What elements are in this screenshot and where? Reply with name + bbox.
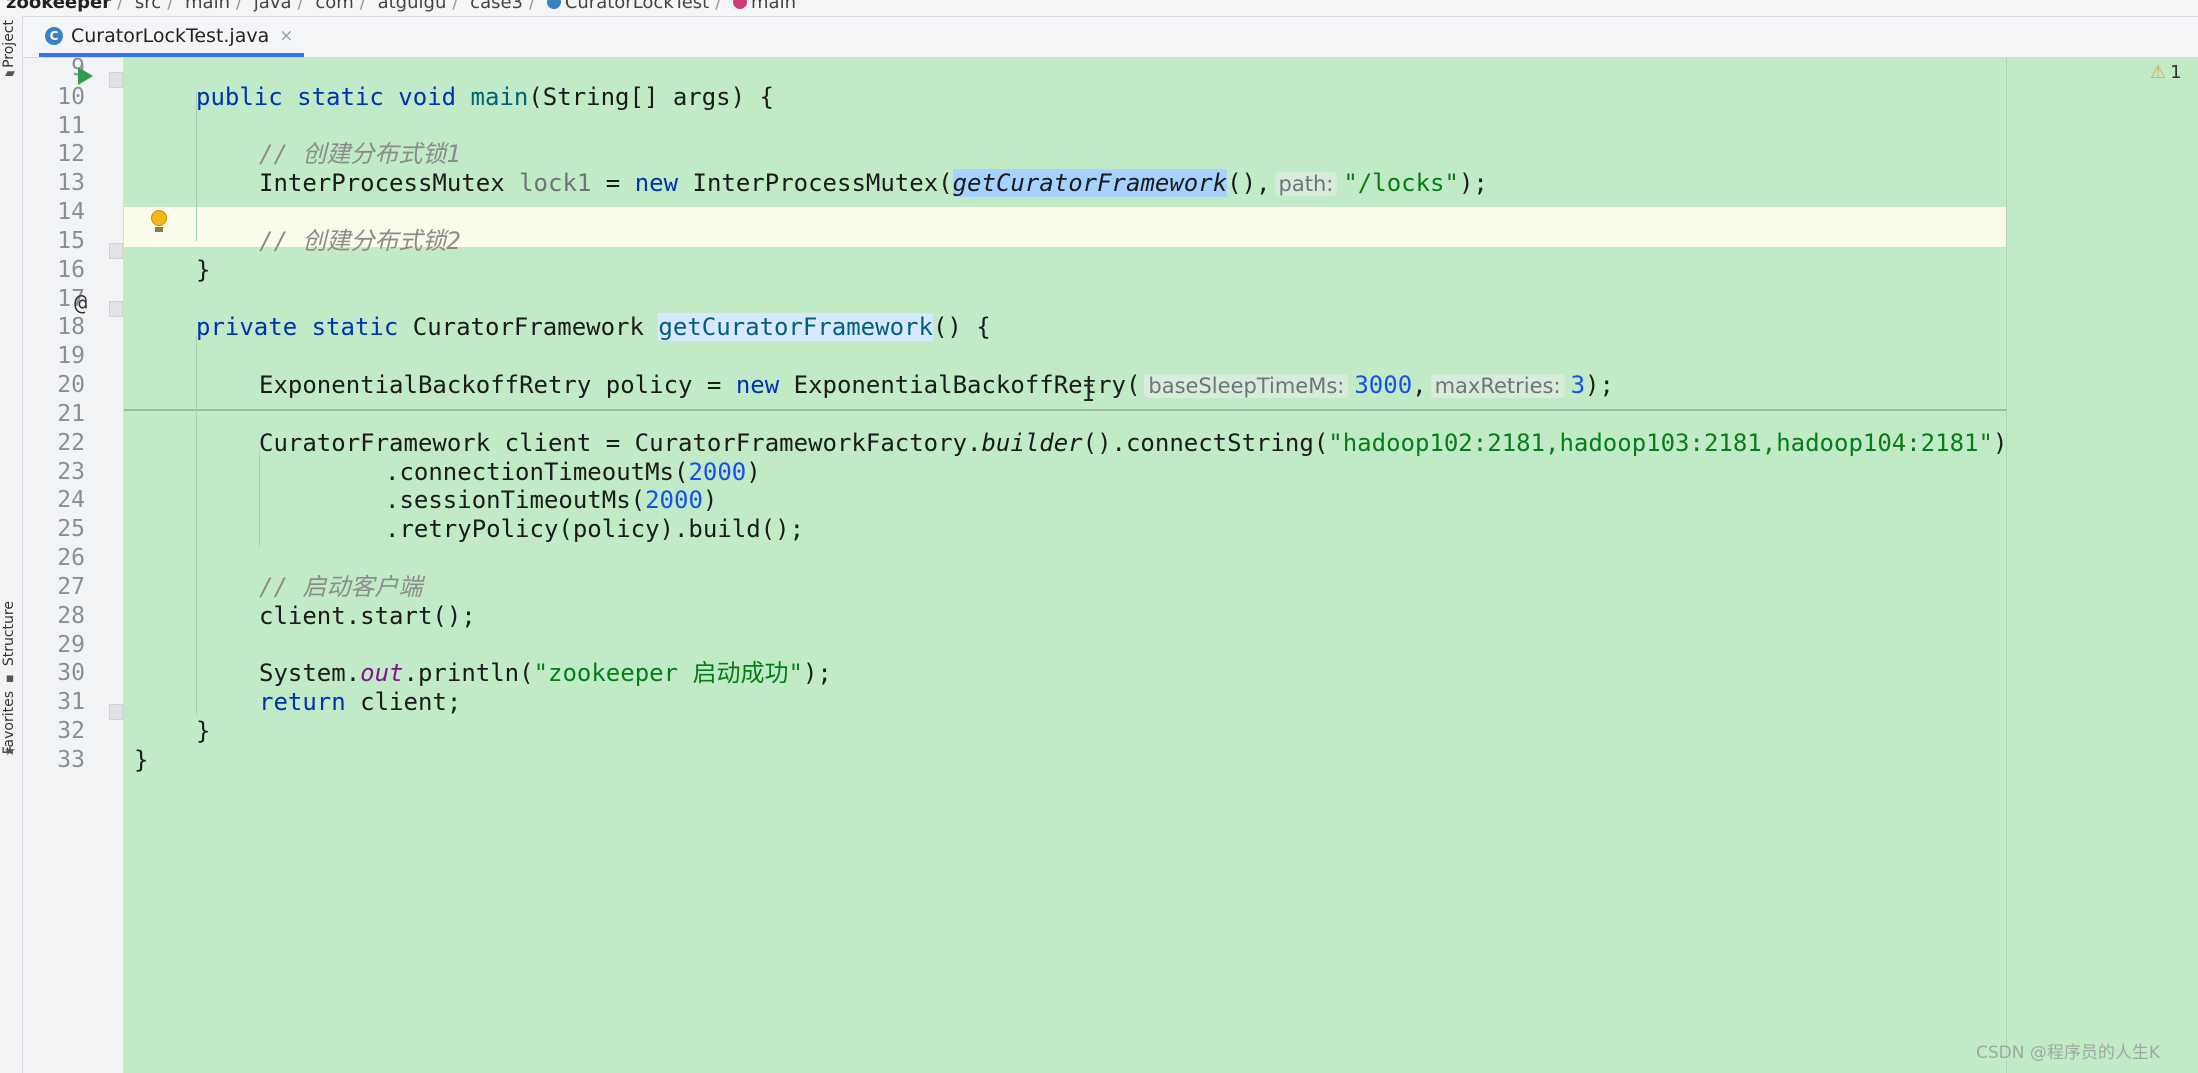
method-icon — [733, 0, 748, 9]
breadcrumb-item-case3[interactable]: case3 — [470, 0, 523, 13]
breadcrumb-item-project[interactable]: zookeeper — [6, 0, 111, 13]
code-line-32: } — [196, 717, 211, 745]
code-line-33: } — [134, 746, 149, 774]
mouse-cursor: I — [1082, 382, 1096, 407]
project-tool-button[interactable]: Project — [1, 20, 17, 68]
warning-icon: ⚠ — [2150, 62, 2167, 83]
breadcrumb-item-com[interactable]: com — [315, 0, 353, 13]
breadcrumb-item-java[interactable]: java — [254, 0, 292, 13]
structure-tool-button[interactable]: Structure — [1, 601, 17, 666]
lightbulb-base — [155, 227, 163, 232]
warning-count: 1 — [2170, 62, 2182, 83]
structure-icon[interactable]: ▪ — [3, 671, 17, 686]
code-line-28: client.start(); — [259, 602, 476, 630]
folder-icon[interactable]: ▰ — [3, 66, 17, 81]
breadcrumb-item-method[interactable]: main — [751, 0, 796, 13]
method-separator — [124, 409, 2006, 411]
run-icon[interactable] — [78, 67, 93, 85]
lightbulb-icon[interactable] — [151, 210, 167, 226]
right-margin-guide — [2006, 58, 2007, 1073]
fold-marker-icon[interactable] — [109, 72, 123, 88]
code-line-13: InterProcessMutex lock1 = new InterProce… — [259, 169, 1488, 197]
tool-window-strip: Project ▰ Structure ▪ Favorites ★ — [0, 16, 23, 1073]
code-line-10: public static void main(String[] args) { — [196, 83, 774, 111]
indent-guide — [259, 451, 260, 547]
editor-gutter[interactable]: 9 10 11 12 13 14 15 16 17 18 19 20 21 22… — [23, 55, 123, 1073]
indent-guide — [196, 335, 197, 715]
fold-marker-icon[interactable] — [109, 243, 123, 259]
fold-marker-icon[interactable] — [109, 704, 123, 720]
code-line-31: return client; — [259, 688, 462, 716]
code-line-20: ExponentialBackoffRetry policy = new Exp… — [259, 371, 1614, 399]
breadcrumb-item-class[interactable]: CuratorLockTest — [565, 0, 709, 13]
parameter-hint: maxRetries: — [1430, 374, 1565, 398]
parameter-hint: baseSleepTimeMs: — [1144, 374, 1349, 398]
implements-marker-icon[interactable]: @ — [74, 291, 87, 316]
code-editor[interactable]: public static void main(String[] args) {… — [124, 58, 2198, 1073]
breadcrumb-item-atguigu[interactable]: atguigu — [378, 0, 447, 13]
line-number: 33 — [57, 747, 85, 773]
breadcrumb: zookeeper / src / main / java / com / atguigu… — [0, 0, 2198, 17]
fold-marker-icon[interactable] — [109, 301, 123, 317]
inspection-widget[interactable]: ⚠ 1 — [2150, 62, 2182, 83]
breadcrumb-item-main[interactable]: main — [185, 0, 230, 13]
selected-text[interactable]: getCuratorFramework — [952, 169, 1228, 197]
tab-label: CuratorLockTest.java — [71, 25, 270, 47]
parameter-hint: path: — [1274, 172, 1338, 196]
code-line-15: // 创建分布式锁2 — [259, 227, 461, 255]
breadcrumb-item-src[interactable]: src — [135, 0, 161, 13]
star-icon[interactable]: ★ — [3, 744, 17, 759]
code-line-25: .retryPolicy(policy).build(); — [385, 515, 805, 543]
java-class-icon: C — [45, 27, 63, 45]
watermark: CSDN @程序员的人生K — [1976, 1043, 2161, 1063]
editor-tab-bar: C CuratorLockTest.java × — [23, 17, 2198, 58]
code-line-18: private static CuratorFramework getCurat… — [196, 313, 991, 341]
close-icon[interactable]: × — [279, 26, 293, 46]
class-icon — [546, 0, 561, 9]
code-line-16: } — [196, 256, 211, 284]
